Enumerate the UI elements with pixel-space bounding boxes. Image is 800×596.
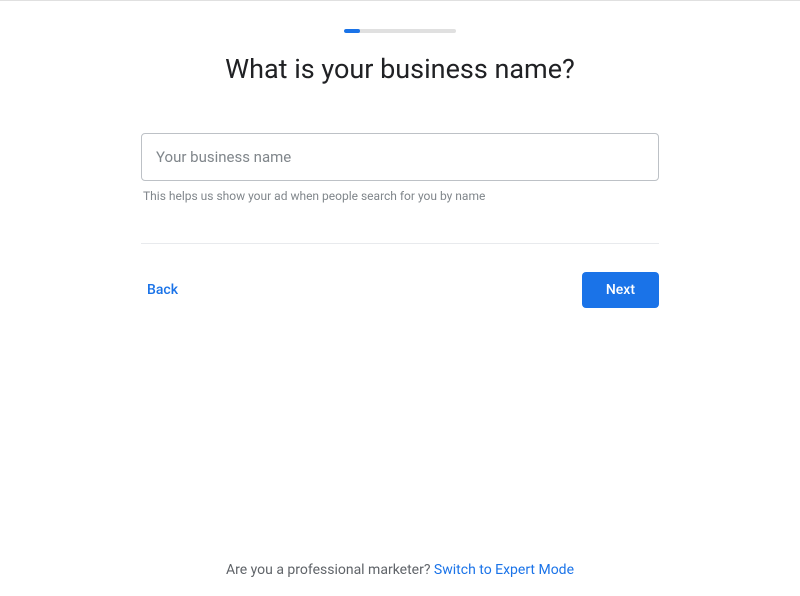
next-button[interactable]: Next xyxy=(582,272,659,308)
divider xyxy=(141,243,659,244)
footer-prompt: Are you a professional marketer? xyxy=(226,562,434,578)
progress-bar xyxy=(344,29,456,33)
footer: Are you a professional marketer? Switch … xyxy=(0,562,800,578)
business-name-helper: This helps us show your ad when people s… xyxy=(141,189,659,203)
switch-expert-mode-link[interactable]: Switch to Expert Mode xyxy=(434,562,574,578)
progress-fill xyxy=(344,29,360,33)
page-heading: What is your business name? xyxy=(225,53,575,85)
onboarding-step-container: What is your business name? This helps u… xyxy=(0,1,800,308)
business-name-input[interactable] xyxy=(141,133,659,181)
back-button[interactable]: Back xyxy=(141,274,184,306)
button-row: Back Next xyxy=(141,272,659,308)
form-wrap: This helps us show your ad when people s… xyxy=(141,133,659,203)
